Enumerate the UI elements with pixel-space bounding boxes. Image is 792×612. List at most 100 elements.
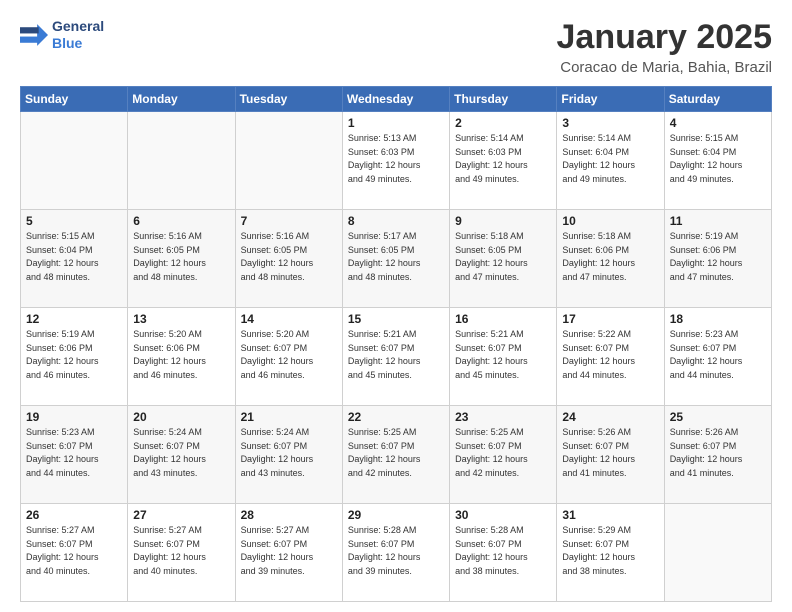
day-number: 1 [348, 116, 444, 130]
calendar-cell: 24 Sunrise: 5:26 AM Sunset: 6:07 PM Dayli… [557, 406, 664, 504]
day-header-thursday: Thursday [450, 87, 557, 112]
calendar-cell [235, 112, 342, 210]
day-number: 7 [241, 214, 337, 228]
day-number: 2 [455, 116, 551, 130]
calendar-cell: 8 Sunrise: 5:17 AM Sunset: 6:05 PM Daylig… [342, 210, 449, 308]
calendar-week-row: 26 Sunrise: 5:27 AM Sunset: 6:07 PM Dayli… [21, 504, 772, 602]
day-number: 6 [133, 214, 229, 228]
day-info: Sunrise: 5:27 AM Sunset: 6:07 PM Dayligh… [26, 524, 122, 578]
day-number: 22 [348, 410, 444, 424]
day-number: 28 [241, 508, 337, 522]
day-number: 23 [455, 410, 551, 424]
day-info: Sunrise: 5:15 AM Sunset: 6:04 PM Dayligh… [26, 230, 122, 284]
calendar-table: SundayMondayTuesdayWednesdayThursdayFrid… [20, 86, 772, 602]
day-number: 15 [348, 312, 444, 326]
calendar-cell: 5 Sunrise: 5:15 AM Sunset: 6:04 PM Daylig… [21, 210, 128, 308]
calendar-cell: 28 Sunrise: 5:27 AM Sunset: 6:07 PM Dayli… [235, 504, 342, 602]
day-number: 9 [455, 214, 551, 228]
title-block: January 2025 Coracao de Maria, Bahia, Br… [557, 18, 773, 76]
day-info: Sunrise: 5:19 AM Sunset: 6:06 PM Dayligh… [670, 230, 766, 284]
calendar-week-row: 5 Sunrise: 5:15 AM Sunset: 6:04 PM Daylig… [21, 210, 772, 308]
day-info: Sunrise: 5:27 AM Sunset: 6:07 PM Dayligh… [241, 524, 337, 578]
day-number: 17 [562, 312, 658, 326]
calendar-cell: 20Sunrise: 5:24 AM Sunset: 6:07 PM Dayli… [128, 406, 235, 504]
day-info: Sunrise: 5:27 AM Sunset: 6:07 PM Dayligh… [133, 524, 229, 578]
day-info: Sunrise: 5:17 AM Sunset: 6:05 PM Dayligh… [348, 230, 444, 284]
day-info: Sunrise: 5:26 AM Sunset: 6:07 PM Dayligh… [562, 426, 658, 480]
calendar-cell: 6 Sunrise: 5:16 AM Sunset: 6:05 PM Daylig… [128, 210, 235, 308]
location: Coracao de Maria, Bahia, Brazil [557, 59, 773, 76]
day-number: 27 [133, 508, 229, 522]
calendar-cell: 31 Sunrise: 5:29 AM Sunset: 6:07 PM Dayli… [557, 504, 664, 602]
logo: General Blue [20, 18, 104, 52]
calendar-cell: 29Sunrise: 5:28 AM Sunset: 6:07 PM Dayli… [342, 504, 449, 602]
calendar-cell: 21 Sunrise: 5:24 AM Sunset: 6:07 PM Dayli… [235, 406, 342, 504]
header: General Blue January 2025 Coracao de Mar… [20, 18, 772, 76]
calendar-cell: 18 Sunrise: 5:23 AM Sunset: 6:07 PM Dayli… [664, 308, 771, 406]
calendar-cell: 7 Sunrise: 5:16 AM Sunset: 6:05 PM Daylig… [235, 210, 342, 308]
calendar-cell: 1 Sunrise: 5:13 AM Sunset: 6:03 PM Daylig… [342, 112, 449, 210]
day-number: 24 [562, 410, 658, 424]
day-info: Sunrise: 5:23 AM Sunset: 6:07 PM Dayligh… [26, 426, 122, 480]
calendar-cell: 11Sunrise: 5:19 AM Sunset: 6:06 PM Dayli… [664, 210, 771, 308]
day-header-tuesday: Tuesday [235, 87, 342, 112]
calendar-cell: 13 Sunrise: 5:20 AM Sunset: 6:06 PM Dayli… [128, 308, 235, 406]
day-info: Sunrise: 5:20 AM Sunset: 6:07 PM Dayligh… [241, 328, 337, 382]
calendar-cell: 22 Sunrise: 5:25 AM Sunset: 6:07 PM Dayli… [342, 406, 449, 504]
day-info: Sunrise: 5:22 AM Sunset: 6:07 PM Dayligh… [562, 328, 658, 382]
calendar-cell: 27 Sunrise: 5:27 AM Sunset: 6:07 PM Dayli… [128, 504, 235, 602]
day-info: Sunrise: 5:13 AM Sunset: 6:03 PM Dayligh… [348, 132, 444, 186]
calendar-week-row: 1 Sunrise: 5:13 AM Sunset: 6:03 PM Daylig… [21, 112, 772, 210]
day-info: Sunrise: 5:25 AM Sunset: 6:07 PM Dayligh… [455, 426, 551, 480]
day-info: Sunrise: 5:16 AM Sunset: 6:05 PM Dayligh… [241, 230, 337, 284]
day-header-friday: Friday [557, 87, 664, 112]
day-number: 4 [670, 116, 766, 130]
day-info: Sunrise: 5:24 AM Sunset: 6:07 PM Dayligh… [241, 426, 337, 480]
day-header-sunday: Sunday [21, 87, 128, 112]
day-number: 21 [241, 410, 337, 424]
day-info: Sunrise: 5:14 AM Sunset: 6:03 PM Dayligh… [455, 132, 551, 186]
day-info: Sunrise: 5:25 AM Sunset: 6:07 PM Dayligh… [348, 426, 444, 480]
day-number: 8 [348, 214, 444, 228]
day-number: 18 [670, 312, 766, 326]
logo-icon [20, 21, 48, 49]
day-number: 26 [26, 508, 122, 522]
day-number: 10 [562, 214, 658, 228]
day-number: 16 [455, 312, 551, 326]
calendar-cell: 14Sunrise: 5:20 AM Sunset: 6:07 PM Dayli… [235, 308, 342, 406]
page: General Blue January 2025 Coracao de Mar… [0, 0, 792, 612]
day-info: Sunrise: 5:16 AM Sunset: 6:05 PM Dayligh… [133, 230, 229, 284]
calendar-week-row: 12 Sunrise: 5:19 AM Sunset: 6:06 PM Dayli… [21, 308, 772, 406]
day-info: Sunrise: 5:19 AM Sunset: 6:06 PM Dayligh… [26, 328, 122, 382]
day-info: Sunrise: 5:20 AM Sunset: 6:06 PM Dayligh… [133, 328, 229, 382]
day-info: Sunrise: 5:14 AM Sunset: 6:04 PM Dayligh… [562, 132, 658, 186]
day-info: Sunrise: 5:15 AM Sunset: 6:04 PM Dayligh… [670, 132, 766, 186]
calendar-cell: 23 Sunrise: 5:25 AM Sunset: 6:07 PM Dayli… [450, 406, 557, 504]
day-info: Sunrise: 5:28 AM Sunset: 6:07 PM Dayligh… [455, 524, 551, 578]
day-number: 19 [26, 410, 122, 424]
day-number: 13 [133, 312, 229, 326]
day-info: Sunrise: 5:23 AM Sunset: 6:07 PM Dayligh… [670, 328, 766, 382]
calendar-header-row: SundayMondayTuesdayWednesdayThursdayFrid… [21, 87, 772, 112]
month-title: January 2025 [557, 18, 773, 57]
calendar-cell: 17 Sunrise: 5:22 AM Sunset: 6:07 PM Dayli… [557, 308, 664, 406]
calendar-cell: 19 Sunrise: 5:23 AM Sunset: 6:07 PM Dayli… [21, 406, 128, 504]
day-info: Sunrise: 5:29 AM Sunset: 6:07 PM Dayligh… [562, 524, 658, 578]
calendar-week-row: 19 Sunrise: 5:23 AM Sunset: 6:07 PM Dayli… [21, 406, 772, 504]
calendar-cell: 10 Sunrise: 5:18 AM Sunset: 6:06 PM Dayli… [557, 210, 664, 308]
day-number: 29 [348, 508, 444, 522]
calendar-cell: 2 Sunrise: 5:14 AM Sunset: 6:03 PM Daylig… [450, 112, 557, 210]
day-number: 30 [455, 508, 551, 522]
day-number: 12 [26, 312, 122, 326]
day-header-wednesday: Wednesday [342, 87, 449, 112]
day-number: 5 [26, 214, 122, 228]
calendar-cell: 15Sunrise: 5:21 AM Sunset: 6:07 PM Dayli… [342, 308, 449, 406]
day-info: Sunrise: 5:18 AM Sunset: 6:06 PM Dayligh… [562, 230, 658, 284]
day-info: Sunrise: 5:26 AM Sunset: 6:07 PM Dayligh… [670, 426, 766, 480]
day-info: Sunrise: 5:21 AM Sunset: 6:07 PM Dayligh… [455, 328, 551, 382]
day-info: Sunrise: 5:24 AM Sunset: 6:07 PM Dayligh… [133, 426, 229, 480]
day-number: 3 [562, 116, 658, 130]
calendar-cell [21, 112, 128, 210]
day-number: 31 [562, 508, 658, 522]
calendar-cell [664, 504, 771, 602]
